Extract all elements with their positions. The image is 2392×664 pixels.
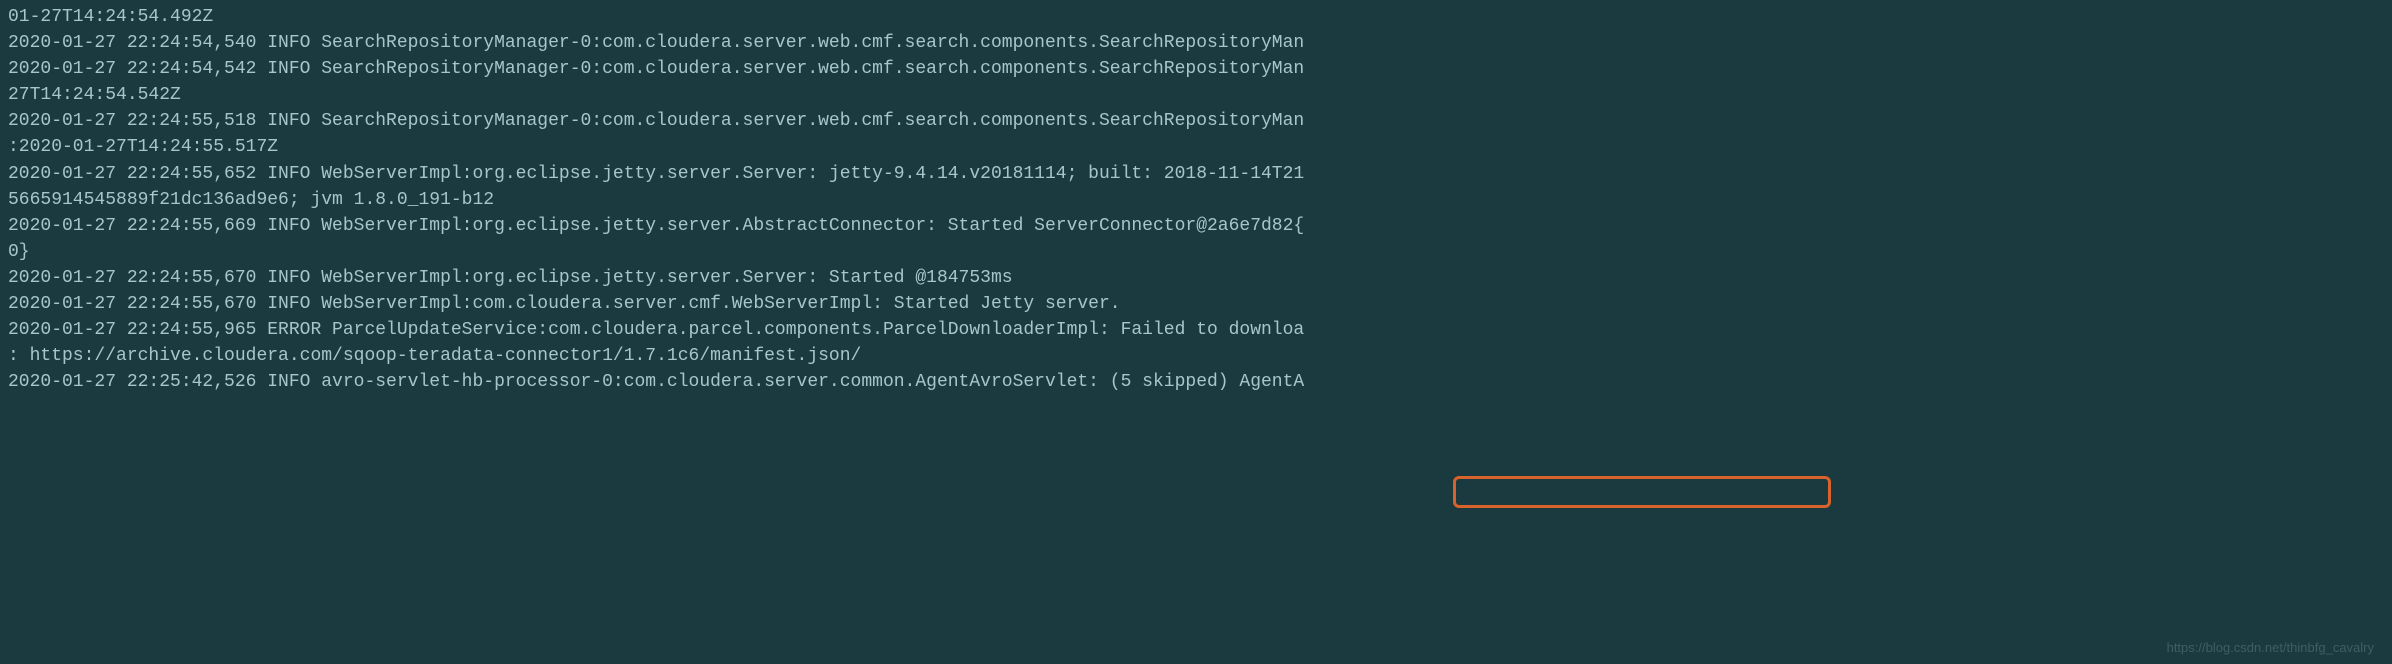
- terminal-log-output: 01-27T14:24:54.492Z2020-01-27 22:24:54,5…: [8, 4, 2384, 395]
- log-line: 0}: [8, 239, 2384, 265]
- log-line: 5665914545889f21dc136ad9e6; jvm 1.8.0_19…: [8, 187, 2384, 213]
- log-line: : https://archive.cloudera.com/sqoop-ter…: [8, 343, 2384, 369]
- log-line: 2020-01-27 22:24:55,669 INFO WebServerIm…: [8, 213, 2384, 239]
- log-line: 2020-01-27 22:24:55,652 INFO WebServerIm…: [8, 161, 2384, 187]
- log-line: 2020-01-27 22:24:54,542 INFO SearchRepos…: [8, 56, 2384, 82]
- log-line: 2020-01-27 22:24:55,965 ERROR ParcelUpda…: [8, 317, 2384, 343]
- highlight-annotation: [1453, 476, 1831, 508]
- log-line: 01-27T14:24:54.492Z: [8, 4, 2384, 30]
- log-line: 2020-01-27 22:24:55,670 INFO WebServerIm…: [8, 265, 2384, 291]
- log-line: :2020-01-27T14:24:55.517Z: [8, 134, 2384, 160]
- log-line: 2020-01-27 22:25:42,526 INFO avro-servle…: [8, 369, 2384, 395]
- log-line: 27T14:24:54.542Z: [8, 82, 2384, 108]
- log-line: 2020-01-27 22:24:55,518 INFO SearchRepos…: [8, 108, 2384, 134]
- watermark-text: https://blog.csdn.net/thinbfg_cavalry: [2167, 639, 2374, 658]
- log-line: 2020-01-27 22:24:55,670 INFO WebServerIm…: [8, 291, 2384, 317]
- log-line: 2020-01-27 22:24:54,540 INFO SearchRepos…: [8, 30, 2384, 56]
